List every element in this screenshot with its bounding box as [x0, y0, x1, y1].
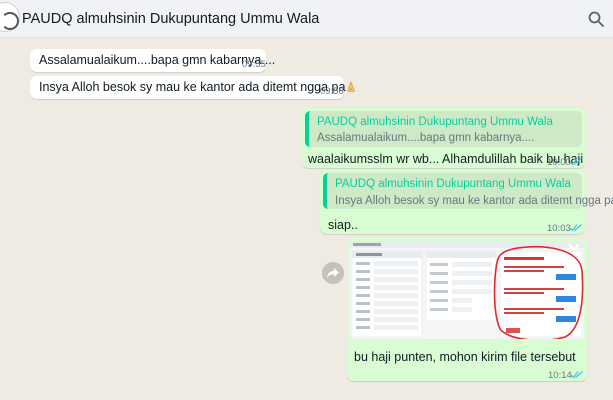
quote-text: Insya Alloh besok sy mau ke kantor ada d…: [335, 194, 613, 207]
quoted-message[interactable]: PAUDQ almuhsinin Dukupuntang Ummu Wala A…: [305, 111, 582, 147]
message-bubble[interactable]: Insya Alloh besok sy mau ke kantor ada d…: [30, 76, 356, 99]
forward-icon[interactable]: [322, 262, 344, 284]
quote-text-content: Insya Alloh besok sy mau ke kantor ada d…: [335, 195, 613, 207]
chevron-down-icon[interactable]: [568, 243, 580, 251]
message-text: Assalamualaikum....bapa gmn kabarnya....: [39, 53, 276, 67]
image-attachment[interactable]: [350, 241, 584, 339]
message-bubble[interactable]: PAUDQ almuhsinin Dukupuntang Ummu Wala A…: [302, 108, 585, 168]
message-text: Insya Alloh besok sy mau ke kantor ada d…: [39, 80, 357, 94]
quote-text: Assalamualaikum....bapa gmn kabarnya....: [317, 132, 535, 144]
screenshot-thumbnail: [350, 241, 584, 339]
search-icon[interactable]: [588, 11, 604, 27]
folded-hands-emoji: [347, 81, 356, 93]
chat-header[interactable]: PAUDQ almuhsinin Dukupuntang Ummu Wala: [0, 0, 613, 38]
double-check-icon: [569, 158, 582, 166]
message-time: 09:55: [242, 59, 266, 70]
message-time: 09:56: [320, 86, 344, 97]
message-time: 10:14: [548, 370, 572, 381]
double-check-icon: [570, 371, 583, 379]
message-bubble[interactable]: PAUDQ almuhsinin Dukupuntang Ummu Wala I…: [320, 170, 613, 234]
image-caption: bu haji punten, mohon kirim file tersebu…: [354, 350, 576, 364]
quote-author: PAUDQ almuhsinin Dukupuntang Ummu Wala: [317, 116, 553, 128]
avatar[interactable]: [0, 2, 20, 32]
message-text: siap..: [328, 218, 358, 232]
message-time: 10:00: [547, 157, 571, 168]
double-check-icon: [569, 224, 582, 232]
message-bubble[interactable]: Assalamualaikum....bapa gmn kabarnya....…: [30, 49, 275, 72]
quote-author: PAUDQ almuhsinin Dukupuntang Ummu Wala: [335, 178, 571, 190]
message-text: waalaikumsslm wr wb... Alhamdulillah bai…: [308, 152, 584, 166]
quoted-message[interactable]: PAUDQ almuhsinin Dukupuntang Ummu Wala I…: [323, 173, 613, 209]
message-text-content: Insya Alloh besok sy mau ke kantor ada d…: [39, 80, 346, 94]
message-time: 10:03: [547, 223, 571, 234]
chat-title[interactable]: PAUDQ almuhsinin Dukupuntang Ummu Wala: [22, 11, 319, 27]
